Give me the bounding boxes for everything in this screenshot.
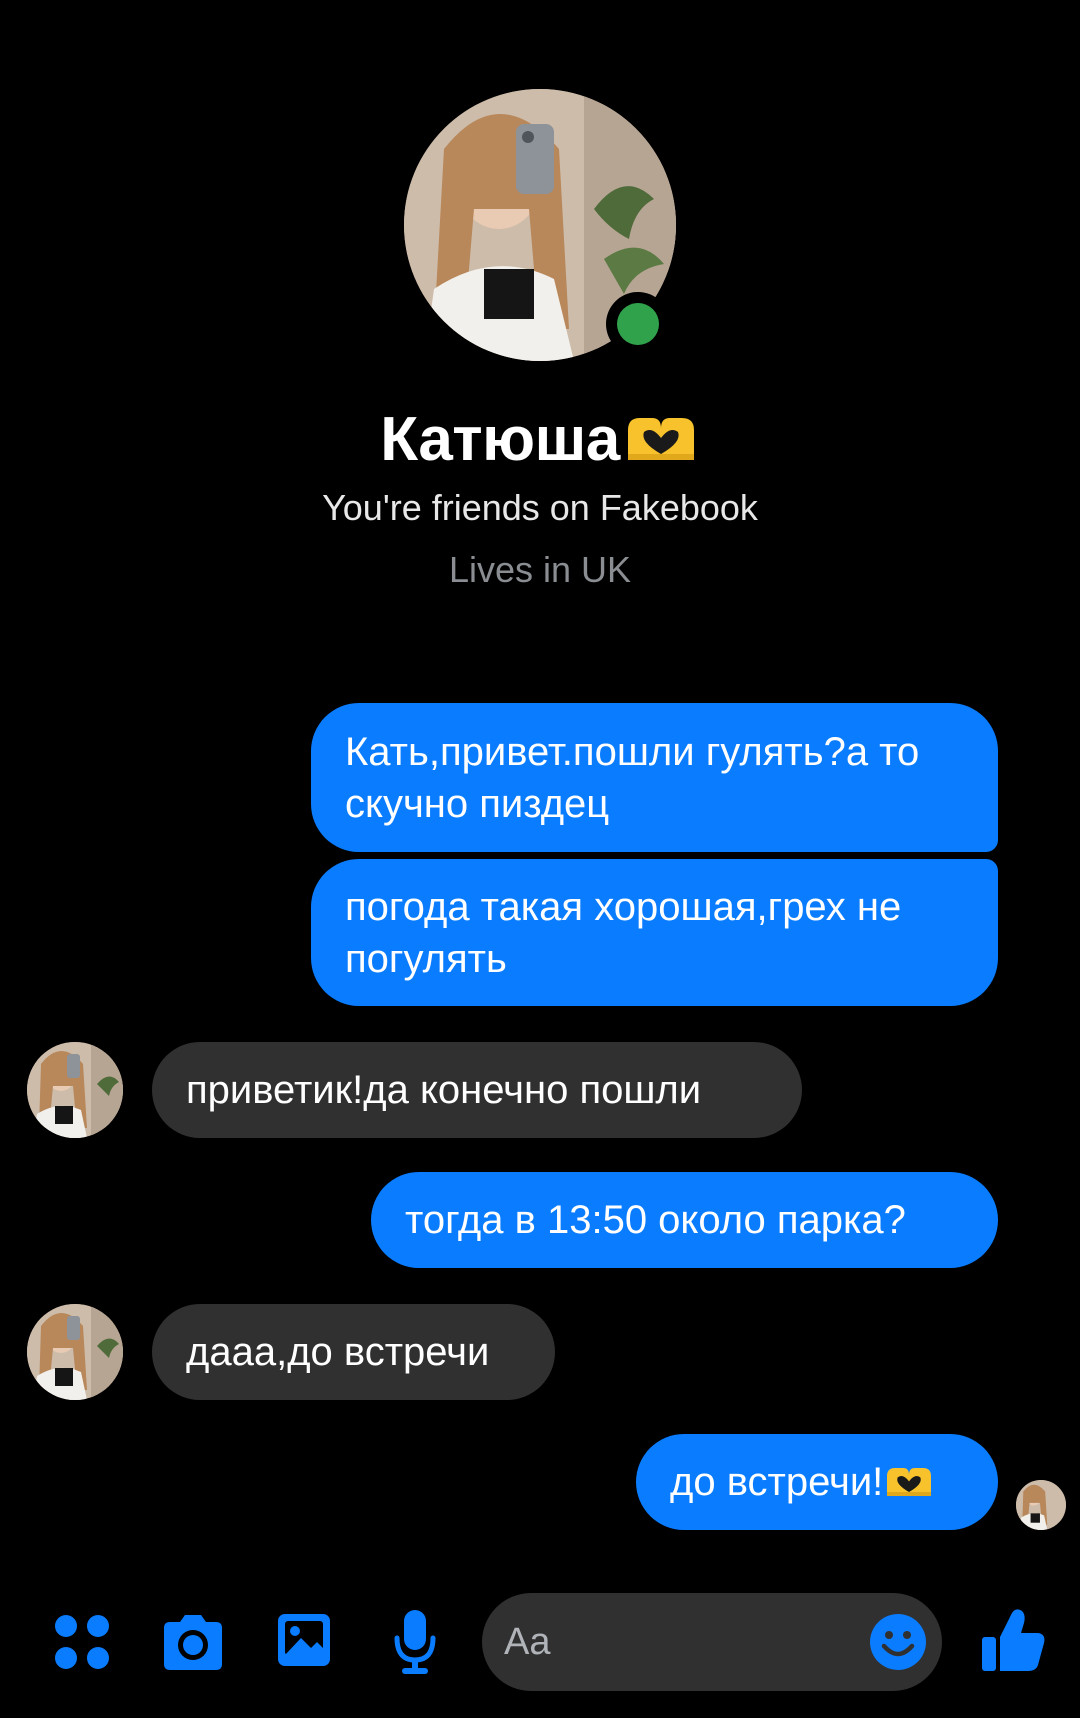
gallery-icon[interactable]: [275, 1610, 333, 1670]
profile-name-heading: Катюша: [0, 404, 1080, 475]
message-text-content: до встречи!: [670, 1460, 884, 1504]
sender-avatar[interactable]: [27, 1304, 123, 1400]
message-text: дааа,до встречи: [186, 1330, 490, 1374]
thumbs-up-icon[interactable]: [980, 1607, 1046, 1675]
online-status-indicator: [606, 292, 670, 356]
seen-receipt-avatar: [1016, 1480, 1066, 1530]
heart-hands-icon: [627, 418, 694, 460]
incoming-message[interactable]: приветик!да конечно пошли: [152, 1042, 802, 1138]
sender-photo: [27, 1304, 123, 1400]
profile-name: Катюша: [380, 405, 620, 474]
message-text: Кать,привет.пошли гулять?а то скучно пиз…: [345, 729, 920, 826]
message-text: тогда в 13:50 около парка?: [405, 1198, 906, 1242]
camera-icon[interactable]: [158, 1612, 228, 1672]
microphone-icon[interactable]: [392, 1608, 438, 1676]
message-text: погода такая хорошая,грех не погулять: [345, 884, 902, 981]
message-text: до встречи!: [670, 1456, 935, 1508]
seen-photo: [1016, 1480, 1066, 1530]
outgoing-message[interactable]: Кать,привет.пошли гулять?а то скучно пиз…: [311, 703, 998, 852]
outgoing-message[interactable]: до встречи!: [636, 1434, 998, 1530]
apps-icon[interactable]: [52, 1612, 112, 1672]
incoming-message[interactable]: дааа,до встречи: [152, 1304, 555, 1400]
heart-hands-icon: [887, 1468, 932, 1496]
outgoing-message[interactable]: тогда в 13:50 около парка?: [371, 1172, 998, 1268]
message-text: приветик!да конечно пошли: [186, 1068, 702, 1112]
sender-avatar[interactable]: [27, 1042, 123, 1138]
outgoing-message[interactable]: погода такая хорошая,грех не погулять: [311, 859, 998, 1006]
chat-screen: Катюша You're friends on Fakebook Lives …: [0, 0, 1080, 1718]
emoji-icon[interactable]: [868, 1612, 928, 1672]
sender-photo: [27, 1042, 123, 1138]
friends-status-text: You're friends on Fakebook: [322, 487, 758, 528]
location-text: Lives in UK: [448, 549, 632, 590]
